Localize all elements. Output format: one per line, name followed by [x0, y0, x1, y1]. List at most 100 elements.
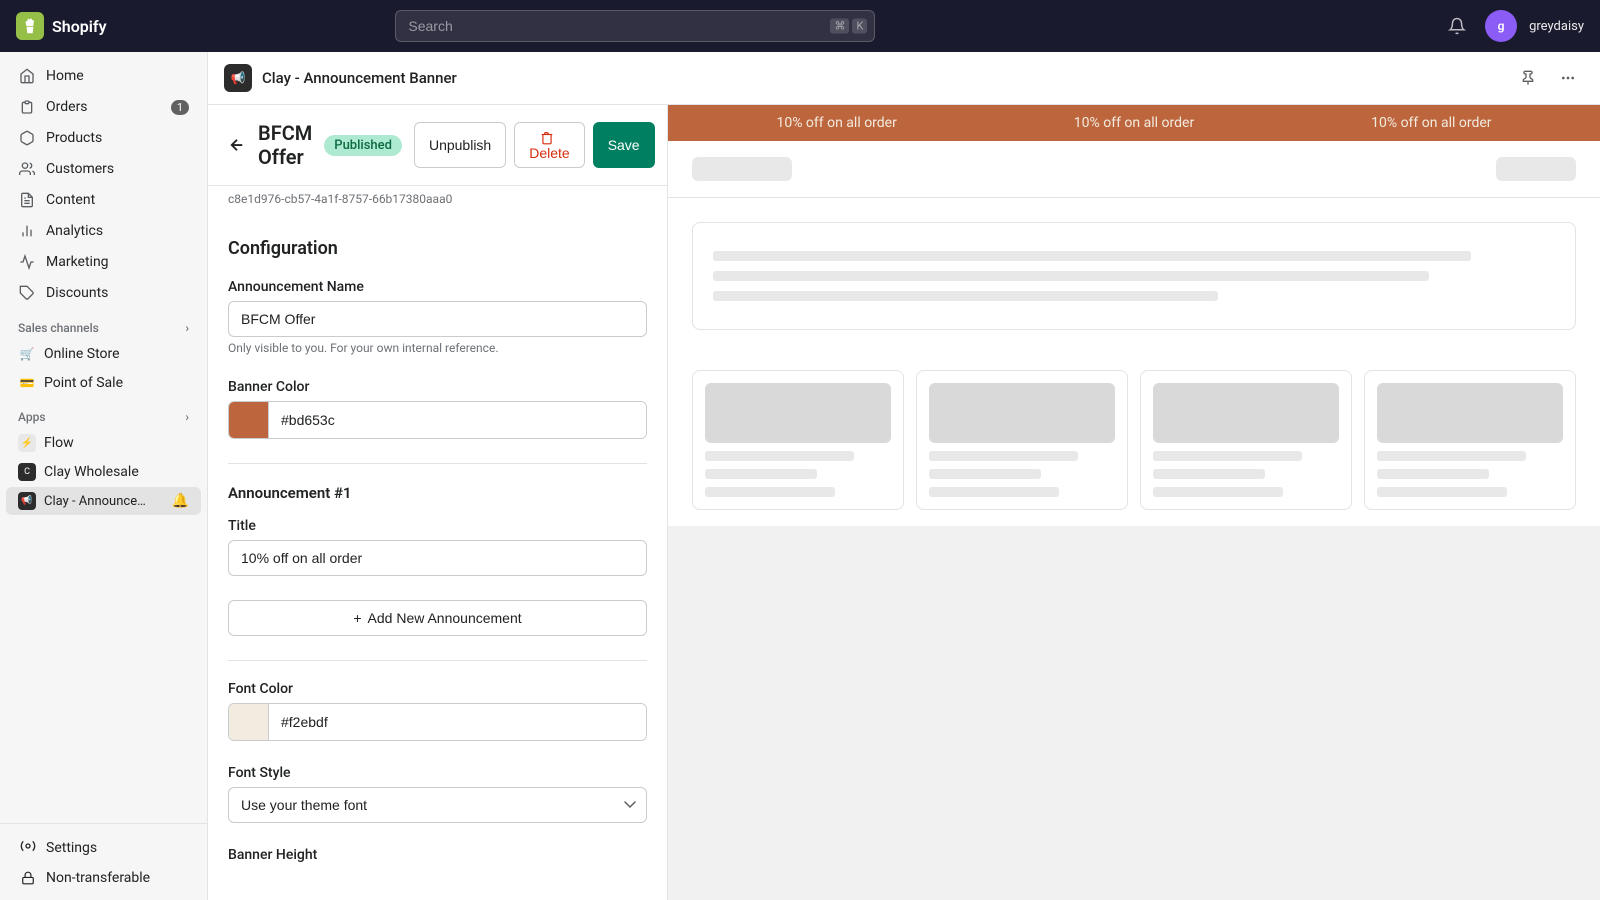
delete-button[interactable]: Delete: [514, 122, 584, 168]
config-panel: BFCM Offer Published Unpublish Delete Sa…: [208, 105, 668, 900]
shopify-wordmark: Shopify: [52, 17, 107, 36]
pin-button[interactable]: [1512, 62, 1544, 94]
sidebar-item-discounts[interactable]: Discounts: [6, 278, 201, 308]
sidebar-nav: Home Orders 1 Products: [0, 52, 207, 823]
nav-right: g greydaisy: [1441, 10, 1584, 42]
preview-hero-line-3: [713, 291, 1218, 301]
non-transferable-item[interactable]: Non-transferable: [8, 864, 199, 892]
back-button[interactable]: [228, 131, 246, 159]
preview-banner-text-2: 10% off on all order: [1074, 115, 1194, 131]
home-label: Home: [46, 68, 84, 84]
save-button[interactable]: Save: [593, 122, 655, 168]
page-header-title: Clay - Announcement Banner: [262, 69, 457, 87]
settings-item[interactable]: Settings: [8, 832, 199, 864]
title-input[interactable]: [228, 540, 647, 576]
shopify-logo[interactable]: Shopify: [16, 12, 107, 40]
orders-badge: 1: [171, 100, 189, 115]
online-store-icon: 🛒: [18, 345, 36, 363]
clay-wholesale-label: Clay Wholesale: [44, 464, 139, 480]
banner-height-section: Banner Height: [228, 847, 647, 863]
preview-panel: 10% off on all order 10% off on all orde…: [668, 105, 1600, 900]
search-bar[interactable]: ⌘ K: [395, 10, 875, 42]
banner-color-swatch[interactable]: [229, 402, 269, 438]
main-content: 📢 Clay - Announcement Banner BFCM Off: [208, 52, 1600, 900]
content-label: Content: [46, 192, 95, 208]
font-color-input[interactable]: [269, 704, 646, 740]
top-navigation: Shopify ⌘ K g greydaisy: [0, 0, 1600, 52]
announcement-title: BFCM Offer: [258, 121, 312, 169]
preview-hero: [668, 198, 1600, 354]
more-options-button[interactable]: [1552, 62, 1584, 94]
preview-card-text-4c: [1377, 487, 1507, 497]
preview-card-1: [692, 370, 904, 510]
apps-title: Apps ›: [0, 398, 207, 428]
announcement-name-label: Announcement Name: [228, 279, 647, 295]
sidebar-item-home[interactable]: Home: [6, 61, 201, 91]
preview-hero-line-1: [713, 251, 1471, 261]
analytics-icon: [18, 222, 36, 240]
preview-product-grid: [668, 354, 1600, 526]
config-panel-header: BFCM Offer Published Unpublish Delete Sa…: [208, 105, 667, 186]
sidebar-item-content[interactable]: Content: [6, 185, 201, 215]
notification-button[interactable]: [1441, 10, 1473, 42]
preview-card-text-1a: [705, 451, 854, 461]
font-color-swatch[interactable]: [229, 704, 269, 740]
preview-card-text-2a: [929, 451, 1078, 461]
preview-card-text-3a: [1153, 451, 1302, 461]
products-label: Products: [46, 130, 102, 146]
preview-card-img-2: [929, 383, 1115, 443]
banner-height-label: Banner Height: [228, 847, 647, 863]
sidebar-item-customers[interactable]: Customers: [6, 154, 201, 184]
home-icon: [18, 67, 36, 85]
config-body: Configuration Announcement Name Only vis…: [208, 218, 667, 900]
preview-website: [668, 141, 1600, 526]
point-of-sale-label: Point of Sale: [44, 375, 123, 391]
sales-channels-title: Sales channels ›: [0, 309, 207, 339]
unpublish-button[interactable]: Unpublish: [414, 122, 506, 168]
user-avatar[interactable]: g: [1485, 10, 1517, 42]
preview-card-text-2c: [929, 487, 1059, 497]
preview-banner-text-1: 10% off on all order: [776, 115, 896, 131]
analytics-label: Analytics: [46, 223, 103, 239]
announcement-name-input[interactable]: [228, 301, 647, 337]
sidebar-item-flow[interactable]: ⚡ Flow: [6, 429, 201, 457]
content-icon: [18, 191, 36, 209]
published-badge: Published: [324, 135, 402, 156]
preview-card-text-1b: [705, 469, 817, 479]
add-announcement-label: Add New Announcement: [368, 610, 522, 626]
search-shortcut: ⌘ K: [830, 19, 867, 34]
font-style-wrapper: Use your theme font Custom font: [228, 787, 647, 823]
clay-wholesale-icon: C: [18, 463, 36, 481]
marketing-icon: [18, 253, 36, 271]
preview-card-4: [1364, 370, 1576, 510]
page-layout: Home Orders 1 Products: [0, 52, 1600, 900]
sidebar: Home Orders 1 Products: [0, 52, 208, 900]
preview-banner: 10% off on all order 10% off on all orde…: [668, 105, 1600, 141]
username[interactable]: greydaisy: [1529, 19, 1584, 34]
section-divider-1: [228, 463, 647, 464]
sidebar-item-clay-wholesale[interactable]: C Clay Wholesale: [6, 458, 201, 486]
configuration-title: Configuration: [228, 238, 647, 259]
point-of-sale-icon: 💳: [18, 374, 36, 392]
preview-banner-text-3: 10% off on all order: [1371, 115, 1491, 131]
search-input[interactable]: [395, 10, 875, 42]
sidebar-item-marketing[interactable]: Marketing: [6, 247, 201, 277]
font-color-label: Font Color: [228, 681, 647, 697]
sidebar-item-clay-announcement[interactable]: 📢 Clay - Announcement... 🔔: [6, 487, 201, 515]
add-announcement-button[interactable]: + Add New Announcement: [228, 600, 647, 636]
announcement-1-title: Announcement #1: [228, 484, 647, 502]
sidebar-item-orders[interactable]: Orders 1: [6, 92, 201, 122]
settings-label: Settings: [46, 840, 97, 856]
sidebar-item-point-of-sale[interactable]: 💳 Point of Sale: [6, 369, 201, 397]
banner-color-input[interactable]: [269, 402, 646, 438]
preview-card-img-3: [1153, 383, 1339, 443]
font-style-select[interactable]: Use your theme font Custom font: [228, 787, 647, 823]
content-area: BFCM Offer Published Unpublish Delete Sa…: [208, 105, 1600, 900]
sidebar-item-products[interactable]: Products: [6, 123, 201, 153]
sidebar-item-analytics[interactable]: Analytics: [6, 216, 201, 246]
config-id: c8e1d976-cb57-4a1f-8757-66b17380aaa0: [208, 186, 667, 218]
clay-announcement-label: Clay - Announcement...: [44, 494, 154, 509]
banner-color-field: [228, 401, 647, 439]
non-transferable-label: Non-transferable: [46, 870, 150, 886]
sidebar-item-online-store[interactable]: 🛒 Online Store: [6, 340, 201, 368]
